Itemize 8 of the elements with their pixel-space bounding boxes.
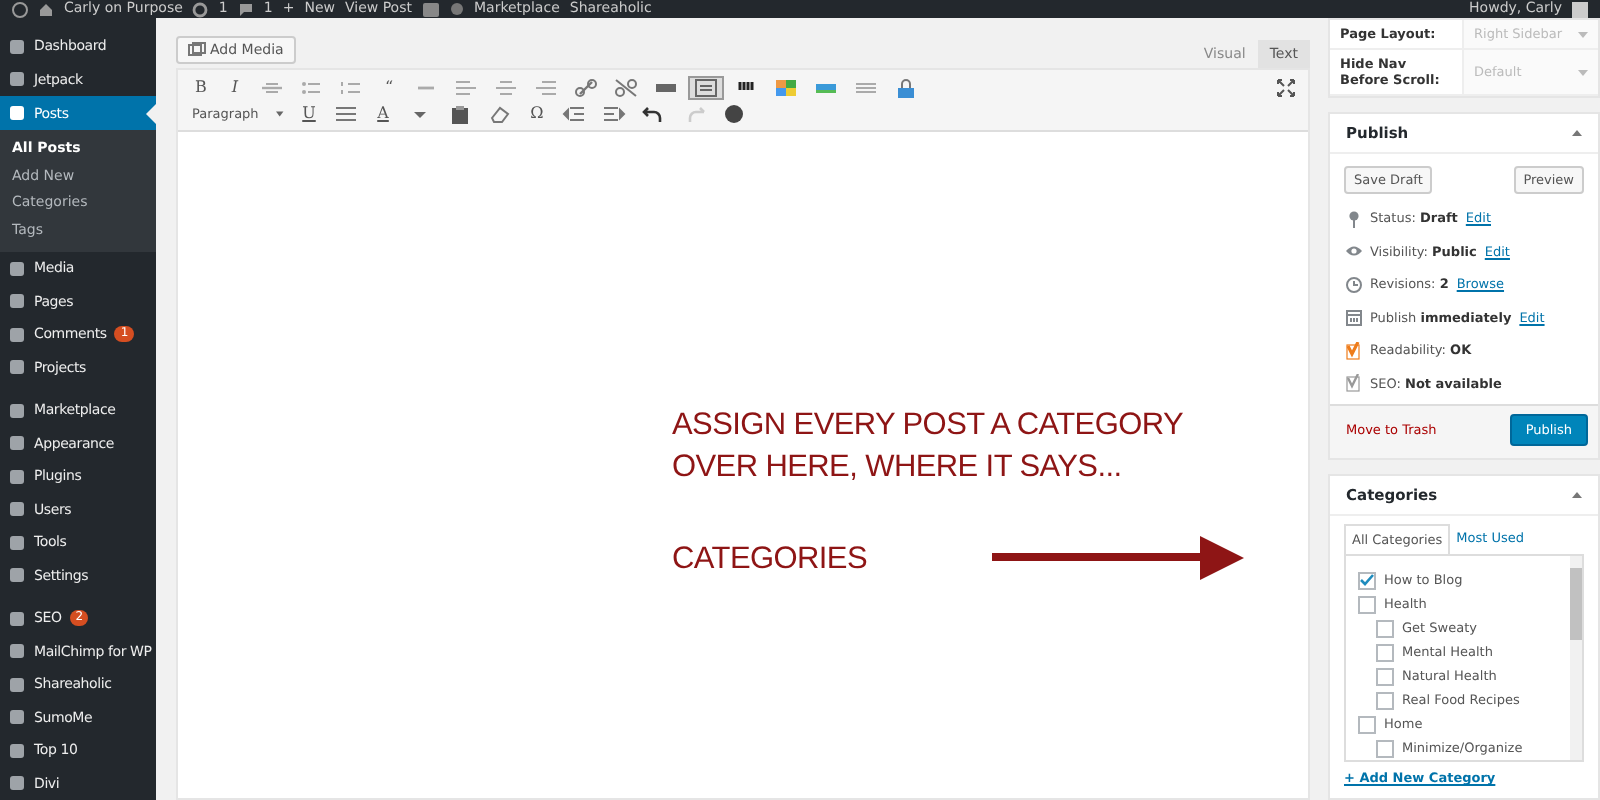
- italic-button[interactable]: I: [220, 75, 250, 99]
- editor-text: ASSIGN EVERY POST A CATEGORY OVER HERE, WHERE IT SAYS...: [672, 406, 1183, 488]
- underline-button[interactable]: U: [294, 101, 324, 125]
- blockquote-button[interactable]: “: [374, 75, 404, 99]
- bold-button[interactable]: B: [186, 75, 216, 99]
- text-color-button[interactable]: A: [368, 101, 398, 125]
- special-character-button[interactable]: Ω: [522, 101, 552, 125]
- editor-text: CATEGORIES: [672, 539, 867, 579]
